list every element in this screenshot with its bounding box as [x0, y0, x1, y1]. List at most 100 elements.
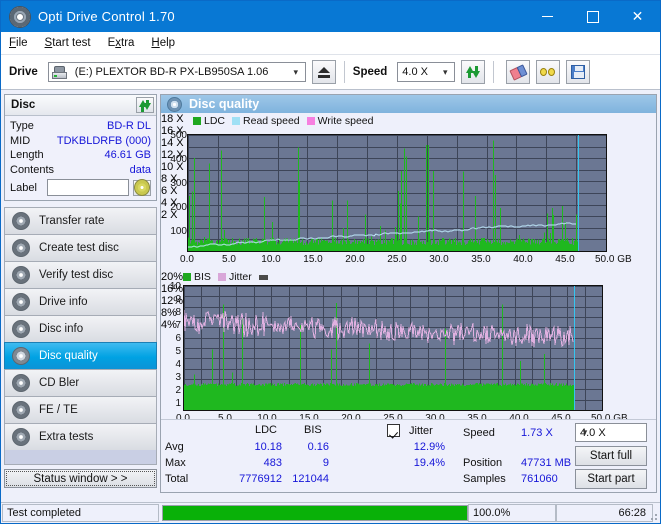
ldc-xtick: 25.0 — [387, 254, 407, 265]
sidebar-item-label: Verify test disc — [39, 269, 114, 281]
window-controls: ✕ — [525, 1, 660, 32]
disc-row-mid: MID TDKBLDRFB (000) — [10, 134, 151, 149]
jitter-checkbox[interactable] — [387, 424, 400, 437]
sidebar-item-extra-tests[interactable]: Extra tests — [4, 423, 157, 450]
start-full-button[interactable]: Start full — [575, 446, 647, 466]
stats-jitter-max: 19.4% — [413, 457, 445, 469]
sidebar-item-transfer-rate[interactable]: Transfer rate — [4, 207, 157, 234]
start-part-button[interactable]: Start part — [575, 469, 647, 489]
ldc-plot-area[interactable] — [187, 134, 607, 252]
disc-row-value: data — [129, 163, 151, 176]
result-speed-select[interactable]: 4.0 X ▾ — [575, 423, 647, 442]
disc-row-key: Length — [10, 149, 44, 162]
sidebar-item-drive-info[interactable]: Drive info — [4, 288, 157, 315]
menu-help[interactable]: Help — [151, 37, 175, 49]
sidebar-item-disc-quality[interactable]: Disc quality — [4, 342, 157, 369]
sidebar-item-create-test-disc[interactable]: Create test disc — [4, 234, 157, 261]
chevron-down-icon: ▾ — [582, 427, 588, 437]
progress-bar — [162, 505, 468, 521]
disc-row-key: Type — [10, 120, 34, 133]
sidebar-item-label: Create test disc — [39, 242, 119, 254]
stats-bis-avg: 0.16 — [307, 441, 329, 453]
ldc-ytick: 500 — [170, 130, 187, 141]
bis-ytick: 6 — [175, 333, 181, 344]
stats-row-avg-label: Avg — [165, 441, 184, 453]
eject-icon — [317, 66, 330, 73]
disc-row-key: Contents — [10, 163, 55, 176]
save-button[interactable] — [566, 60, 591, 84]
menu-file[interactable]: File — [9, 37, 28, 49]
disc-label-input[interactable] — [47, 179, 129, 196]
sidebar-item-verify-test-disc[interactable]: Verify test disc — [4, 261, 157, 288]
ldc-xtick: 20.0 — [345, 254, 365, 265]
bis-ytick: 4 — [175, 359, 181, 370]
speed-select[interactable]: 4.0 X ▾ — [397, 62, 456, 82]
scan-button[interactable] — [536, 60, 561, 84]
window-title: Opti Drive Control 1.70 — [38, 9, 175, 24]
stats-header-bis: BIS — [304, 424, 322, 436]
disc-icon — [12, 347, 30, 365]
eject-button[interactable] — [311, 60, 336, 84]
sidebar-item-cd-bler[interactable]: CD Bler — [4, 369, 157, 396]
disc-icon — [12, 212, 30, 230]
app-disc-icon — [9, 5, 31, 28]
resize-grip-icon[interactable] — [648, 511, 658, 521]
sidebar-item-fe-te[interactable]: FE / TE — [4, 396, 157, 423]
legend-label: LDC — [204, 115, 226, 127]
drive-select-value: (E:) PLEXTOR BD-R PX-LB950SA 1.06 — [74, 66, 269, 78]
disc-label-row: Label — [10, 179, 151, 196]
sidebar-spacer — [4, 450, 157, 465]
status-bar: Test completed 100.0% 66:28 — [1, 502, 660, 523]
stats-samples-label: Samples — [463, 473, 506, 485]
disc-icon — [12, 401, 30, 419]
stats-speed-label: Speed — [463, 427, 495, 439]
sidebar-item-disc-info[interactable]: Disc info — [4, 315, 157, 342]
disc-icon — [12, 239, 30, 257]
legend-item-read-speed: Read speed — [232, 115, 300, 127]
disc-icon — [12, 266, 30, 284]
sidebar-item-label: Disc quality — [39, 350, 98, 362]
eraser-icon — [509, 63, 528, 81]
chevron-down-icon: ▾ — [443, 66, 448, 77]
stats-speed-value: 1.73 X — [521, 427, 553, 439]
minimize-button[interactable] — [525, 1, 570, 32]
bis-chart-legend: BIS Jitter — [183, 271, 271, 283]
bis-ytick: 1 — [175, 398, 181, 409]
legend-item-ldc: LDC — [193, 115, 225, 127]
stats-samples-value: 761060 — [521, 473, 558, 485]
sidebar: Disc Type BD-R DL MID TDKBLDRFB (000) Le… — [1, 90, 159, 493]
close-button[interactable]: ✕ — [615, 1, 660, 32]
bis-chart: BIS Jitter 10 9 8 7 6 5 4 3 2 1 20% 16% … — [161, 271, 656, 424]
legend-swatch — [193, 117, 201, 125]
disc-info-rows: Type BD-R DL MID TDKBLDRFB (000) Length … — [5, 116, 156, 200]
refresh-button[interactable] — [461, 60, 486, 84]
menu-extra[interactable]: Extra — [108, 37, 135, 49]
stats-header-ldc: LDC — [255, 424, 278, 436]
disc-icon — [12, 428, 30, 446]
disc-icon — [167, 96, 182, 112]
erase-button[interactable] — [506, 60, 531, 84]
minimize-icon — [542, 16, 553, 17]
legend-swatch — [217, 273, 226, 281]
disc-refresh-button[interactable] — [136, 97, 154, 113]
legend-label: BIS — [194, 271, 211, 283]
stats-row-max-label: Max — [165, 457, 186, 469]
disc-panel-header: Disc — [5, 95, 156, 116]
ldc-x-unit: 50.0 GB — [595, 254, 632, 265]
stats-position-value: 47731 MB — [521, 457, 572, 469]
menu-start-test[interactable]: Start test — [45, 37, 91, 49]
legend-item-jitter: Jitter — [217, 271, 252, 283]
status-window-button[interactable]: Status window > > — [4, 469, 157, 488]
maximize-button[interactable] — [570, 1, 615, 32]
sidebar-item-label: FE / TE — [39, 404, 78, 416]
disc-label-button[interactable] — [133, 179, 151, 196]
ldc-ytick: 100 — [170, 226, 187, 237]
content-panel: Disc quality LDC Read speed Write speed — [160, 94, 657, 493]
stats-bis-max: 9 — [322, 457, 329, 469]
drive-select[interactable]: (E:) PLEXTOR BD-R PX-LB950SA 1.06 ▾ — [47, 62, 306, 82]
drive-label: Drive — [9, 66, 38, 78]
refresh-icon — [139, 99, 151, 112]
bis-plot-area[interactable] — [183, 285, 603, 411]
cd-icon — [134, 179, 150, 196]
status-message: Test completed — [2, 504, 159, 522]
